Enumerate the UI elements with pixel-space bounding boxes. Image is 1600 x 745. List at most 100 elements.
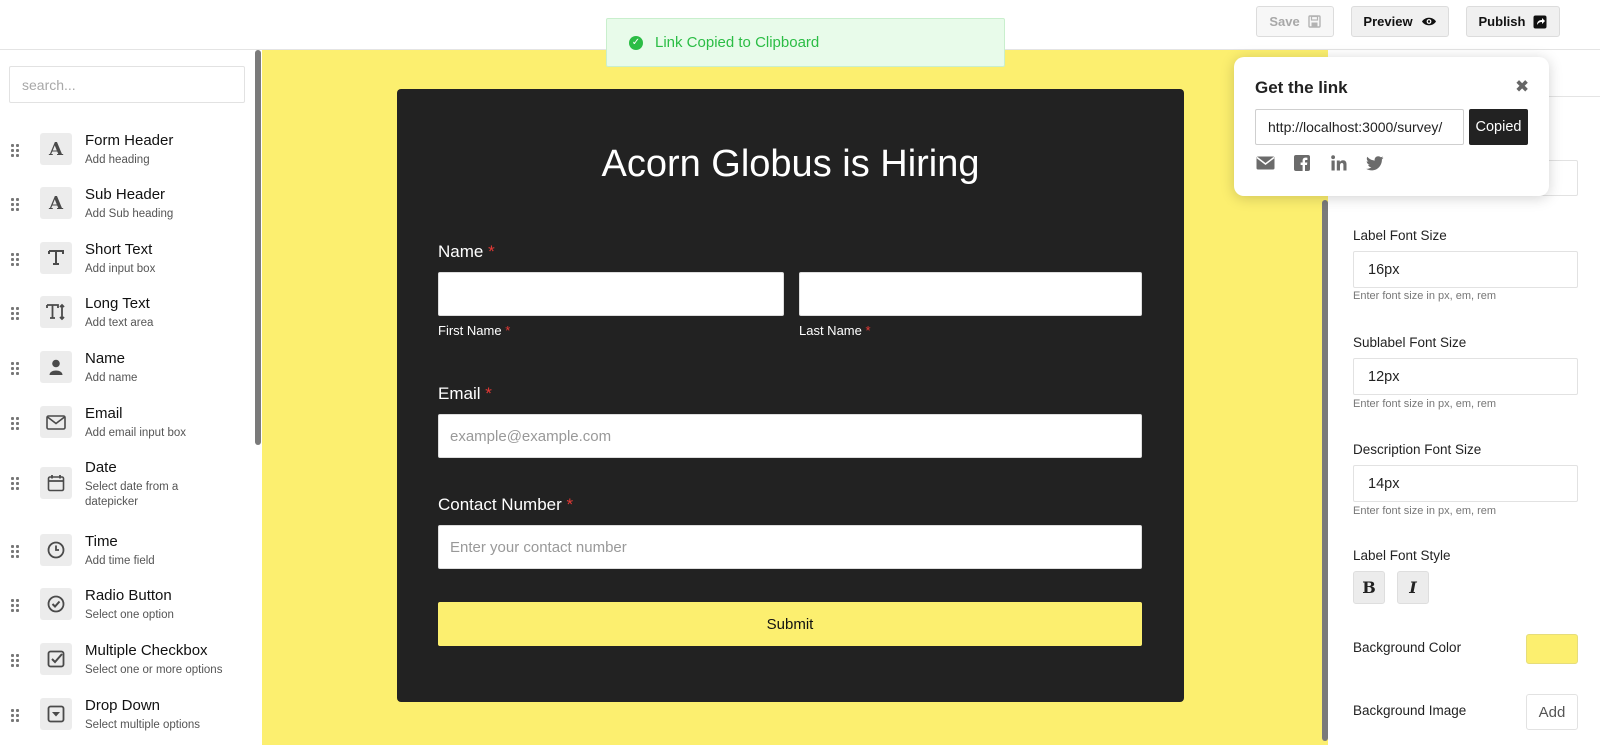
preview-label: Preview	[1363, 14, 1413, 29]
preview-button[interactable]: Preview	[1351, 6, 1449, 37]
text-icon: A	[40, 187, 72, 219]
last-name-sublabel: Last Name *	[799, 323, 871, 338]
sidebar-item-date[interactable]: Date Select date from a datepicker	[0, 457, 250, 517]
label-font-size-hint: Enter font size in px, em, rem	[1353, 290, 1497, 302]
share-link-input[interactable]: http://localhost:3000/survey/	[1255, 109, 1464, 145]
search-input[interactable]	[9, 66, 245, 103]
linkedin-icon[interactable]	[1329, 154, 1349, 172]
description-font-size-label: Description Font Size	[1353, 442, 1482, 457]
required-mark: *	[488, 242, 495, 261]
sidebar-item-drop-down[interactable]: Drop Down Select multiple options	[0, 695, 250, 745]
contact-number-input[interactable]: Enter your contact number	[438, 525, 1142, 569]
clock-icon	[40, 534, 72, 566]
eye-icon	[1421, 17, 1436, 26]
sidebar-scrollbar[interactable]	[255, 50, 261, 445]
drag-handle-icon[interactable]	[11, 599, 21, 613]
close-icon[interactable]: ✖	[1515, 77, 1529, 97]
sidebar-item-short-text[interactable]: Short Text Add input box	[0, 239, 250, 289]
sidebar-item-name[interactable]: Name Add name	[0, 348, 250, 398]
short-text-icon	[40, 242, 72, 274]
sidebar-item-title: Date	[85, 459, 117, 476]
email-input[interactable]: example@example.com	[438, 414, 1142, 458]
email-label-text: Email	[438, 384, 481, 403]
twitter-icon[interactable]	[1365, 154, 1385, 172]
drag-handle-icon[interactable]	[11, 417, 21, 431]
share-square-icon	[1533, 15, 1547, 28]
description-font-size-input[interactable]: 14px	[1353, 465, 1578, 502]
drag-handle-icon[interactable]	[11, 144, 21, 158]
sidebar-item-subtitle: Add time field	[85, 555, 155, 567]
sublabel-font-size-input[interactable]: 12px	[1353, 358, 1578, 395]
sidebar-item-subtitle: Select date from a datepicker	[85, 481, 179, 508]
form-title[interactable]: Acorn Globus is Hiring	[397, 143, 1184, 186]
label-font-style-label: Label Font Style	[1353, 548, 1451, 563]
sidebar-item-title: Form Header	[85, 132, 174, 149]
sidebar-item-title: Sub Header	[85, 186, 166, 203]
first-name-input[interactable]	[438, 272, 784, 316]
italic-toggle-button[interactable]: I	[1397, 571, 1429, 604]
contact-placeholder: Enter your contact number	[450, 538, 627, 556]
drag-handle-icon[interactable]	[11, 362, 21, 376]
add-background-image-button[interactable]: Add	[1526, 694, 1578, 730]
background-image-label: Background Image	[1353, 703, 1467, 718]
required-mark: *	[865, 323, 871, 338]
sidebar-item-title: Time	[85, 533, 118, 550]
checkbox-icon	[40, 643, 72, 675]
drag-handle-icon[interactable]	[11, 709, 21, 723]
copy-link-button[interactable]: Copied	[1469, 109, 1528, 145]
drag-handle-icon[interactable]	[11, 477, 21, 491]
sidebar-item-multiple-checkbox[interactable]: Multiple Checkbox Select one or more opt…	[0, 640, 250, 690]
save-button[interactable]: Save	[1256, 6, 1334, 37]
facebook-icon[interactable]	[1292, 154, 1312, 172]
drag-handle-icon[interactable]	[11, 253, 21, 267]
dropdown-icon	[40, 698, 72, 730]
sidebar-item-subtitle: Add name	[85, 372, 138, 384]
required-mark: *	[485, 384, 492, 403]
sidebar-item-subtitle: Add heading	[85, 154, 150, 166]
required-mark: *	[566, 495, 574, 514]
sidebar-item-title: Long Text	[85, 295, 150, 312]
sidebar-item-long-text[interactable]: Long Text Add text area	[0, 293, 250, 343]
sidebar-item-time[interactable]: Time Add time field	[0, 531, 250, 581]
sidebar-item-title: Email	[85, 405, 123, 422]
sidebar-item-subtitle: Select multiple options	[85, 719, 201, 731]
drag-handle-icon[interactable]	[11, 654, 21, 668]
drag-handle-icon[interactable]	[11, 307, 21, 321]
drag-handle-icon[interactable]	[11, 545, 21, 559]
email-placeholder: example@example.com	[450, 427, 612, 445]
sidebar-item-title: Drop Down	[85, 697, 161, 714]
publish-button[interactable]: Publish	[1466, 6, 1560, 37]
sublabel-font-size-label: Sublabel Font Size	[1353, 335, 1467, 350]
user-icon	[40, 351, 72, 383]
last-name-input[interactable]	[799, 272, 1142, 316]
floppy-icon	[1307, 15, 1321, 28]
sidebar-item-form-header[interactable]: A Form Header Add heading	[0, 130, 250, 180]
form-preview-card: Acorn Globus is Hiring Name * First Name…	[397, 89, 1184, 702]
save-label: Save	[1269, 14, 1300, 29]
sidebar-item-subtitle: Add input box	[85, 263, 156, 275]
long-text-icon	[40, 296, 72, 328]
drag-handle-icon[interactable]	[11, 198, 21, 212]
sidebar-item-sub-header[interactable]: A Sub Header Add Sub heading	[0, 184, 250, 234]
get-link-popover: Get the link ✖ http://localhost:3000/sur…	[1234, 57, 1549, 196]
sidebar-item-subtitle: Add Sub heading	[85, 208, 174, 220]
contact-label-text: Contact Number	[438, 495, 562, 514]
sidebar-item-title: Radio Button	[85, 587, 172, 604]
label-font-size-label: Label Font Size	[1353, 228, 1447, 243]
background-color-swatch[interactable]	[1526, 634, 1578, 664]
envelope-icon[interactable]	[1255, 154, 1275, 172]
bold-toggle-button[interactable]: B	[1353, 571, 1385, 604]
sidebar-item-subtitle: Add email input box	[85, 427, 187, 439]
sidebar-item-title: Multiple Checkbox	[85, 642, 208, 659]
sublabel-font-size-hint: Enter font size in px, em, rem	[1353, 398, 1497, 410]
toast-message: Link Copied to Clipboard	[655, 34, 820, 51]
email-field-label: Email *	[438, 384, 492, 404]
copied-toast: ✓ Link Copied to Clipboard	[606, 18, 1005, 67]
calendar-icon	[40, 467, 72, 499]
description-font-size-hint: Enter font size in px, em, rem	[1353, 505, 1497, 517]
label-font-size-input[interactable]: 16px	[1353, 251, 1578, 288]
sidebar-item-radio-button[interactable]: Radio Button Select one option	[0, 585, 250, 635]
submit-button[interactable]: Submit	[438, 602, 1142, 646]
radio-check-icon	[40, 588, 72, 620]
sidebar-item-email[interactable]: Email Add email input box	[0, 403, 250, 453]
